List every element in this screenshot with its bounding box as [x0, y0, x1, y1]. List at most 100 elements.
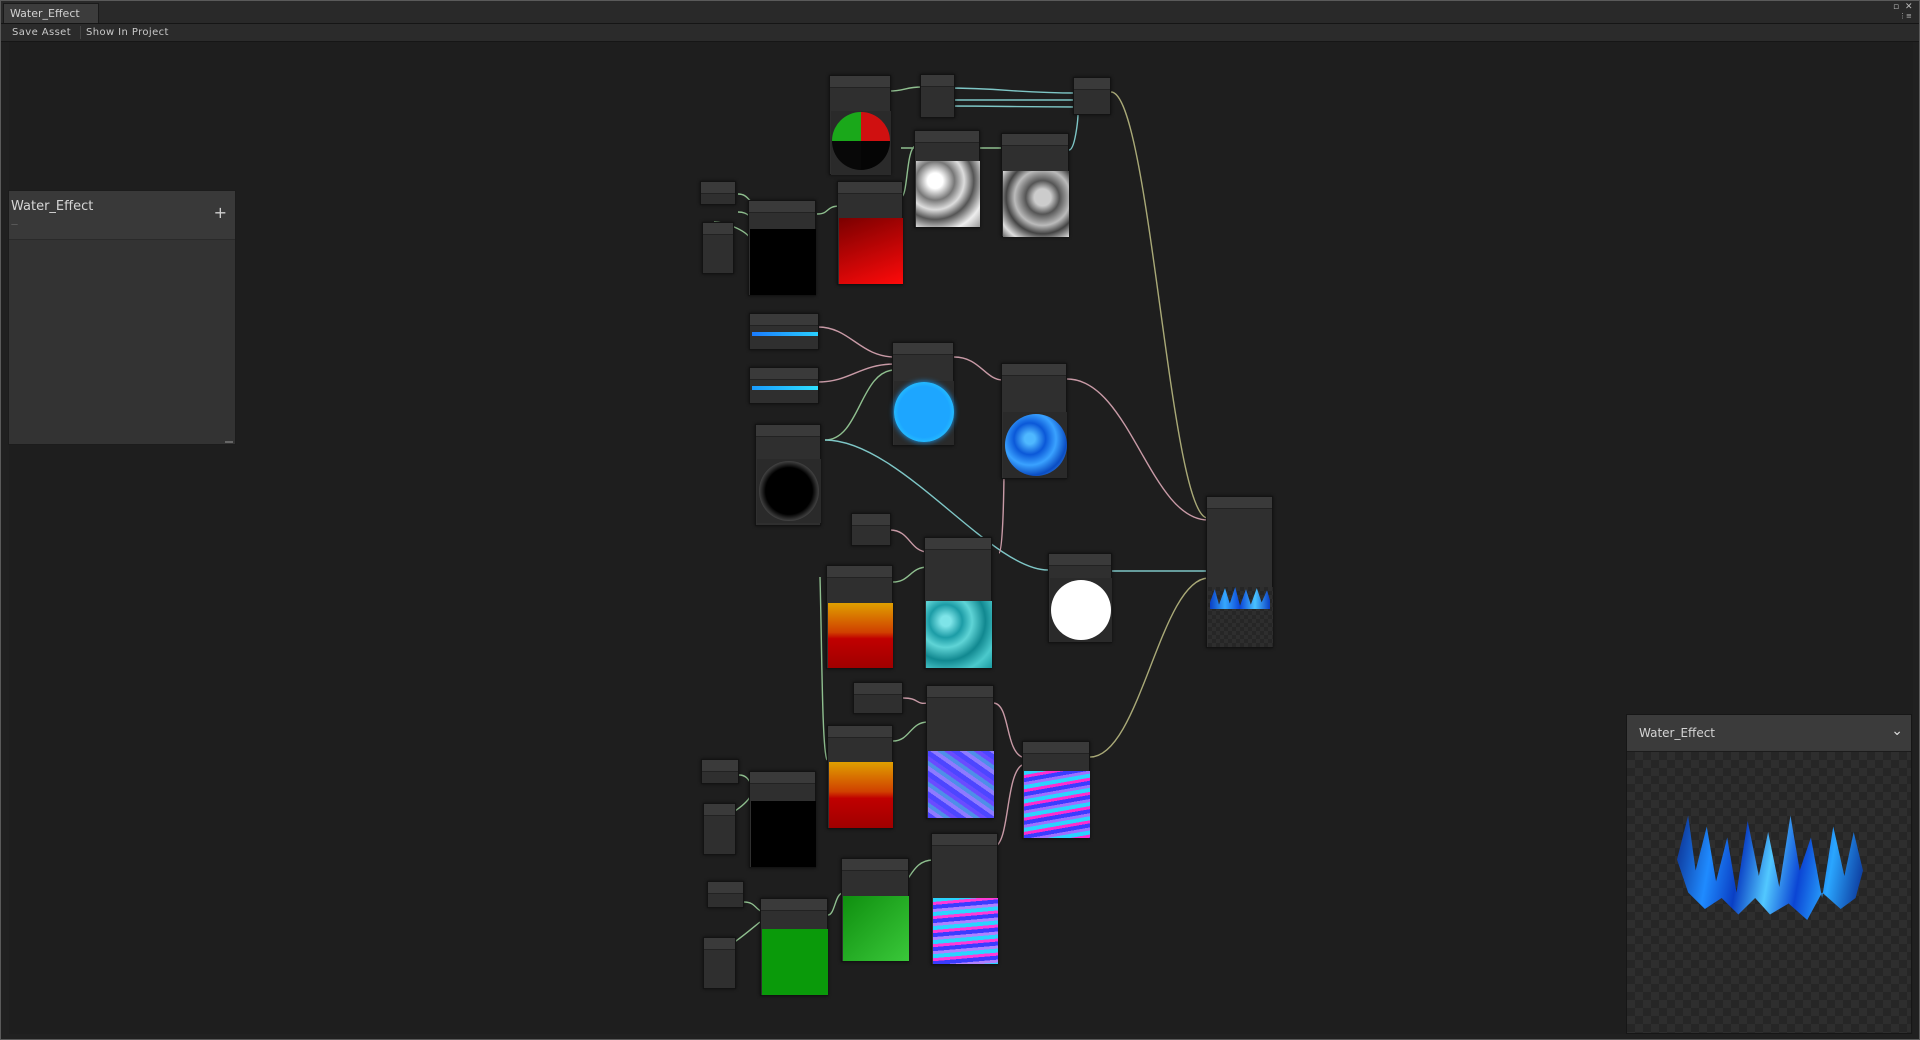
node-header	[704, 804, 735, 816]
resize-handle[interactable]	[225, 441, 233, 443]
node-preview	[839, 218, 903, 284]
node-header	[1002, 134, 1068, 146]
main-preview-title: Water_Effect	[1639, 726, 1716, 740]
close-icon[interactable]: ✕	[1905, 2, 1913, 12]
node-header	[915, 131, 979, 143]
node-header	[1023, 742, 1089, 754]
node-header	[838, 182, 902, 194]
multiply-node[interactable]	[748, 200, 816, 296]
node-header	[927, 686, 993, 698]
one-minus-node[interactable]	[1048, 553, 1112, 643]
texture2d-asset-node[interactable]	[851, 513, 891, 546]
color-swatch[interactable]	[752, 386, 818, 390]
node-header	[756, 425, 820, 437]
split-node[interactable]	[920, 74, 955, 118]
color-swatch[interactable]	[752, 332, 818, 336]
node-header	[893, 343, 953, 355]
save-asset-button[interactable]: Save Asset	[8, 24, 75, 41]
node-header	[1002, 364, 1066, 376]
main-preview-panel: Water_Effect ⌄	[1626, 714, 1912, 1034]
chevron-down-icon[interactable]: ⌄	[1891, 723, 1903, 739]
window-controls: ▫ ✕ ⋮≡	[1893, 2, 1915, 20]
node-header	[828, 726, 892, 738]
vector4-node[interactable]	[1073, 77, 1111, 115]
remap-node[interactable]	[1001, 133, 1069, 237]
node-header	[750, 772, 815, 784]
blend-node[interactable]	[1001, 363, 1067, 479]
time-node[interactable]	[702, 222, 734, 274]
node-preview	[926, 601, 992, 668]
node-header	[852, 514, 890, 526]
blackboard-panel: Water_Effect — +	[8, 190, 236, 445]
node-preview	[750, 229, 816, 295]
tiling-and-offset-node[interactable]	[827, 725, 893, 829]
blackboard-subtitle: —	[11, 220, 18, 228]
time-node[interactable]	[703, 803, 736, 855]
node-header	[1207, 497, 1272, 509]
node-header	[701, 182, 735, 194]
node-preview	[1003, 412, 1067, 478]
toolbar-divider	[80, 26, 81, 39]
node-header	[704, 938, 735, 950]
window-tab[interactable]: Water_Effect	[3, 3, 99, 23]
tiling-and-offset-node[interactable]	[826, 565, 893, 669]
node-header	[830, 76, 890, 88]
normal-vector-node[interactable]	[829, 75, 891, 175]
multiply-node[interactable]	[760, 898, 828, 996]
sample-texture2d-node[interactable]	[931, 833, 998, 965]
node-header	[921, 75, 954, 87]
gradient-noise-node[interactable]	[914, 130, 980, 228]
node-preview	[916, 161, 980, 227]
node-preview	[933, 898, 998, 964]
vector2-node[interactable]	[700, 181, 736, 205]
color-node[interactable]	[749, 313, 819, 350]
node-preview	[828, 603, 893, 668]
multiply-node[interactable]	[749, 771, 816, 868]
node-header	[1049, 554, 1111, 566]
lerp-node[interactable]	[892, 342, 954, 446]
node-header	[702, 760, 738, 772]
node-preview	[757, 459, 821, 523]
node-header	[842, 859, 908, 871]
vector2-node[interactable]	[701, 759, 739, 784]
add-property-icon[interactable]: +	[214, 203, 227, 222]
node-header	[1074, 78, 1110, 90]
normal-blend-node[interactable]	[1022, 741, 1090, 839]
node-header	[854, 683, 902, 695]
node-header	[750, 314, 818, 326]
window-tab-bar: Water_Effect ▫ ✕ ⋮≡	[1, 1, 1919, 24]
node-preview	[831, 111, 891, 175]
blackboard-header: Water_Effect — +	[9, 191, 235, 240]
node-preview	[829, 762, 893, 828]
blackboard-title: Water_Effect	[11, 199, 94, 214]
sample-texture2d-node[interactable]	[926, 685, 994, 819]
node-header	[925, 538, 991, 550]
context-menu-icon[interactable]: ⋮≡	[1899, 12, 1912, 20]
tiling-and-offset-node[interactable]	[837, 181, 903, 285]
node-header	[761, 899, 827, 911]
node-preview	[843, 896, 909, 961]
main-preview-viewport[interactable]	[1627, 752, 1911, 1033]
texture2d-asset-node[interactable]	[853, 682, 903, 714]
node-header	[708, 882, 743, 894]
vector2-node[interactable]	[707, 881, 744, 908]
show-in-project-button[interactable]: Show In Project	[82, 24, 173, 41]
water-preview-mesh	[1677, 815, 1863, 920]
node-preview	[1003, 171, 1069, 237]
toolbar: Save Asset Show In Project	[1, 24, 1919, 42]
color-node[interactable]	[749, 367, 819, 404]
node-header	[750, 368, 818, 380]
node-preview	[1050, 578, 1112, 642]
fresnel-effect-node[interactable]	[755, 424, 821, 526]
node-header	[749, 201, 815, 213]
tiling-and-offset-node[interactable]	[841, 858, 909, 962]
node-preview	[1208, 587, 1273, 647]
pbr-master-node[interactable]	[1206, 496, 1273, 648]
node-preview	[1024, 771, 1090, 838]
node-preview	[894, 381, 954, 445]
time-node[interactable]	[703, 937, 736, 989]
node-preview	[762, 929, 828, 995]
node-header	[827, 566, 892, 578]
maximize-icon[interactable]: ▫	[1893, 2, 1899, 12]
sample-texture2d-node[interactable]	[924, 537, 992, 669]
